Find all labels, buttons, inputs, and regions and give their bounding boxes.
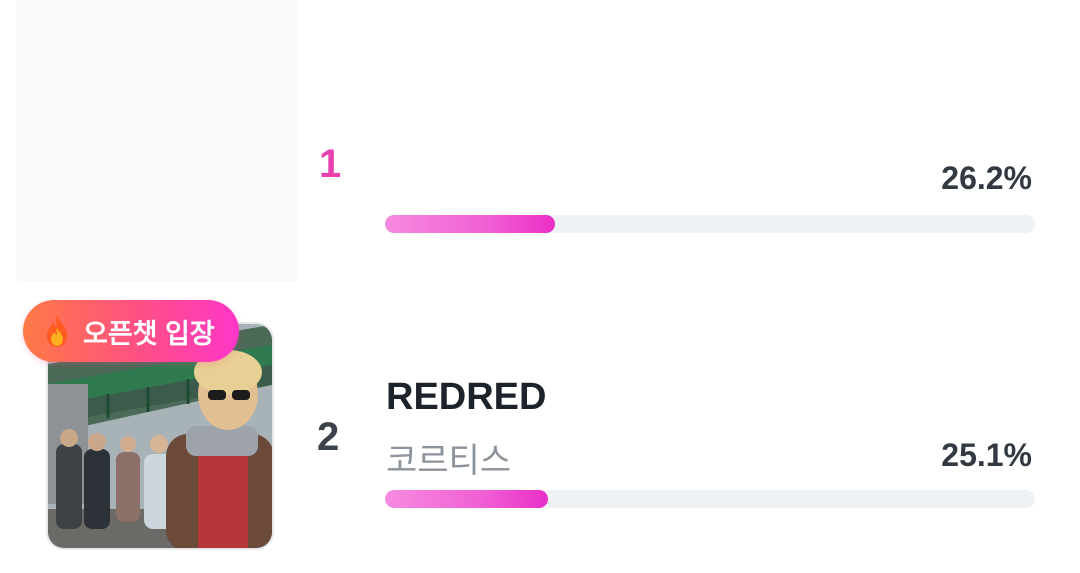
album-thumbnail[interactable]: [16, 0, 298, 282]
chart-row-1[interactable]: 1 26.2%: [0, 0, 1080, 290]
vote-progress-bar: [385, 490, 1035, 508]
vote-progress-fill: [385, 215, 556, 233]
vote-progress-bar: [385, 215, 1035, 233]
openchat-enter-button[interactable]: 오픈챗 입장: [23, 300, 239, 362]
flame-icon: [43, 314, 71, 348]
vote-percent: 26.2%: [941, 160, 1032, 196]
artist-name: 코르티스: [386, 442, 512, 480]
chart-row-2[interactable]: 오픈챗 입장 2 REDRED 코르티스 25.1%: [0, 290, 1080, 573]
vote-percent: 25.1%: [941, 437, 1032, 473]
rank-number: 1: [319, 142, 342, 186]
openchat-label: 오픈챗 입장: [83, 318, 215, 349]
rank-number: 2: [317, 415, 340, 459]
song-title: REDRED: [386, 376, 547, 418]
vote-progress-fill: [385, 490, 549, 508]
